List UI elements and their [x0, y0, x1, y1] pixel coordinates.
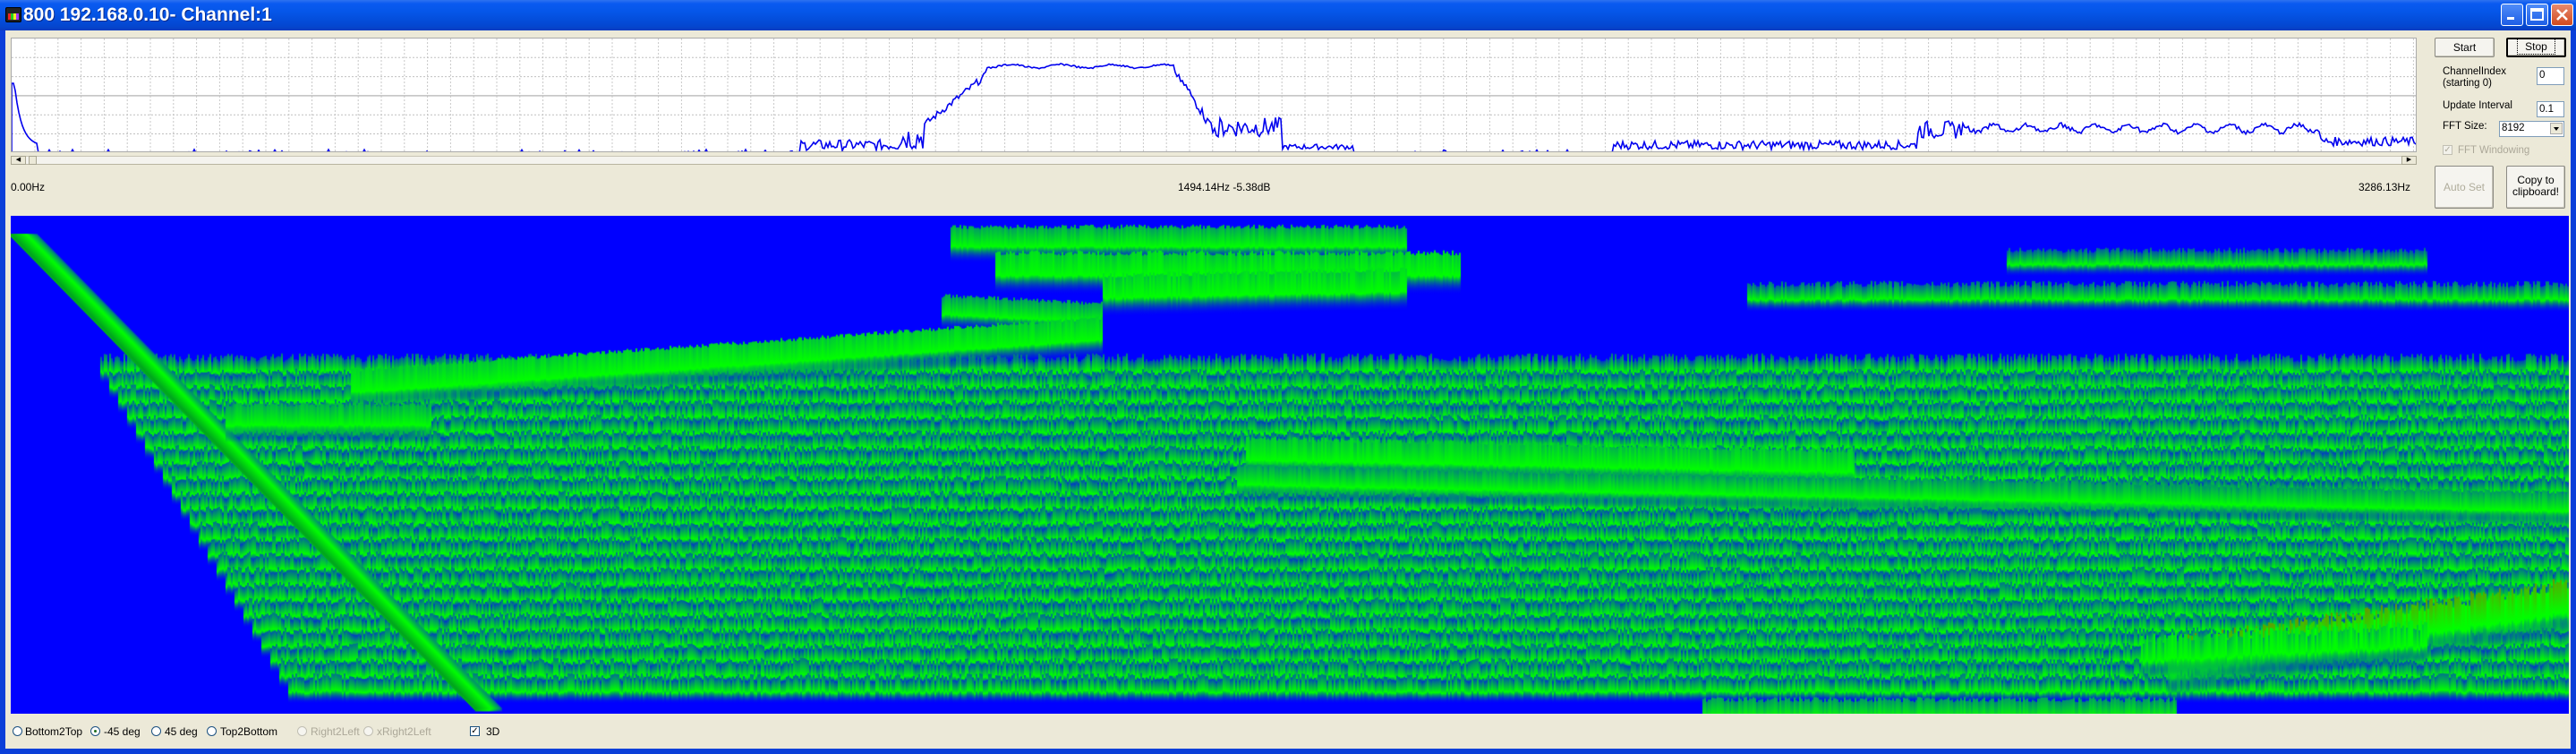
label-bottom2top: Bottom2Top	[25, 725, 83, 738]
chevron-down-icon[interactable]	[2550, 123, 2563, 134]
close-icon	[2556, 9, 2568, 21]
update-interval-label: Update Interval	[2443, 100, 2512, 111]
stop-button[interactable]: Stop	[2506, 38, 2566, 57]
check-icon: ✓	[2444, 145, 2452, 155]
3d-checkbox[interactable]: ✓	[470, 726, 480, 736]
waterfall-3d-view[interactable]	[11, 216, 2569, 714]
spectrum-svg	[12, 39, 2416, 151]
label-minus-45-deg: -45 deg	[104, 725, 141, 738]
copy-to-clipboard-button[interactable]: Copy to clipboard!	[2506, 166, 2565, 209]
radio-bottom2top[interactable]	[13, 726, 22, 736]
channel-index-label-line1: ChannelIndex	[2443, 66, 2506, 77]
radio-right2left[interactable]	[297, 726, 307, 736]
label-xright2left: xRight2Left	[377, 725, 431, 738]
radio-top2bottom[interactable]	[207, 726, 217, 736]
check-icon: ✓	[471, 726, 479, 736]
scroll-thumb[interactable]	[29, 156, 37, 165]
radio-45-deg[interactable]	[151, 726, 161, 736]
minimize-button[interactable]	[2501, 4, 2523, 26]
scroll-left-button[interactable]: ◀	[11, 156, 26, 165]
app-icon[interactable]	[5, 7, 21, 22]
frequency-scrollbar[interactable]: ◀ ▶	[11, 156, 2417, 165]
minimize-icon	[2507, 17, 2514, 20]
start-button[interactable]: Start	[2435, 38, 2495, 57]
label-45-deg: 45 deg	[165, 725, 198, 738]
scroll-right-button[interactable]: ▶	[2401, 156, 2417, 165]
freq-start-label: 0.00Hz	[11, 181, 46, 193]
label-3d: 3D	[486, 725, 500, 738]
channel-index-input[interactable]: 0	[2537, 67, 2564, 85]
app-window: 800 192.168.0.10- Channel:1 ◀ ▶ 0.00Hz 1…	[0, 0, 2576, 754]
window-title: 800 192.168.0.10- Channel:1	[23, 4, 272, 25]
radio-minus-45-deg[interactable]	[90, 726, 100, 736]
spectrum-plot[interactable]	[11, 38, 2417, 152]
title-bar[interactable]: 800 192.168.0.10- Channel:1	[0, 0, 2576, 30]
close-button[interactable]	[2551, 4, 2573, 26]
maximize-icon	[2530, 8, 2544, 21]
fft-size-select[interactable]: 8192	[2499, 121, 2564, 137]
spectrum-grid	[12, 39, 2416, 151]
channel-index-label: ChannelIndex (starting 0)	[2443, 66, 2506, 90]
freq-end-label: 3286.13Hz	[2358, 181, 2411, 193]
arrow-right-icon: ▶	[2406, 157, 2412, 163]
cursor-readout: 1494.14Hz -5.38dB	[1178, 181, 1271, 193]
auto-set-button[interactable]: Auto Set	[2435, 166, 2494, 209]
label-right2left: Right2Left	[311, 725, 360, 738]
fft-size-label: FFT Size:	[2443, 121, 2487, 132]
channel-index-label-line2: (starting 0)	[2443, 78, 2492, 89]
waterfall-canvas	[11, 216, 2569, 714]
spectrum-trace	[12, 63, 2416, 151]
fft-size-value: 8192	[2502, 123, 2525, 133]
maximize-button[interactable]	[2526, 4, 2548, 26]
fft-windowing-checkbox[interactable]: ✓	[2443, 145, 2452, 155]
fft-windowing-label: FFT Windowing	[2458, 145, 2530, 156]
update-interval-input[interactable]: 0.1	[2537, 101, 2564, 117]
copy-label-line2: clipboard!	[2512, 185, 2560, 198]
radio-xright2left[interactable]	[363, 726, 373, 736]
arrow-left-icon: ◀	[15, 157, 21, 163]
label-top2bottom: Top2Bottom	[220, 725, 278, 738]
client-area: ◀ ▶ 0.00Hz 1494.14Hz -5.38dB 3286.13Hz S…	[5, 30, 2571, 749]
